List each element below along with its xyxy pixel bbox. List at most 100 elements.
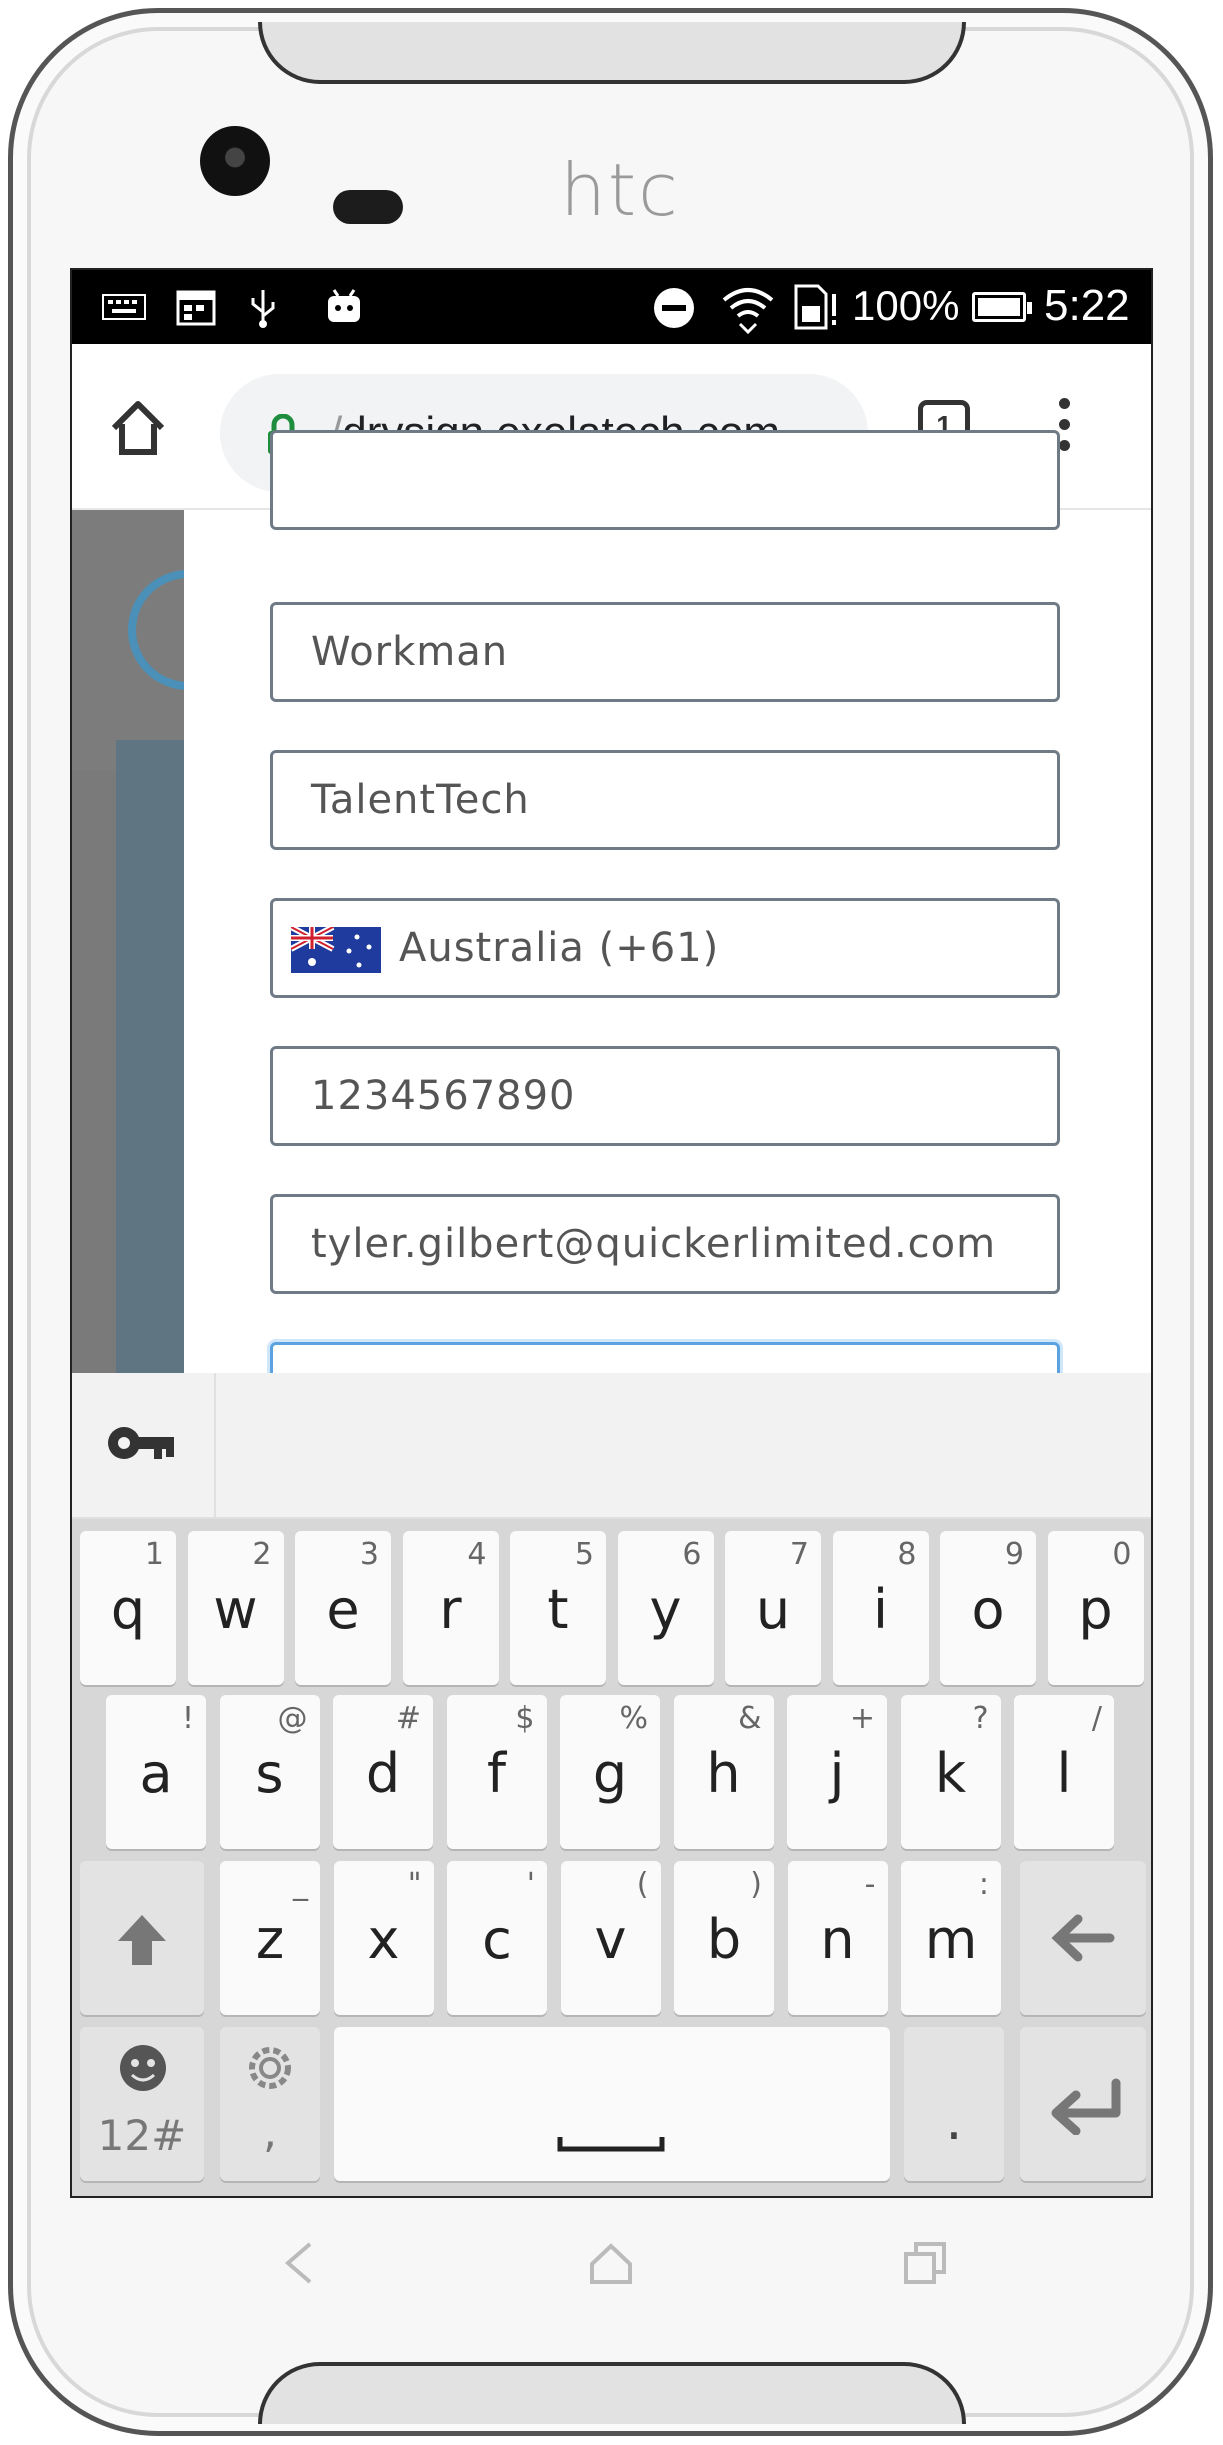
battery-percent: 100% [852,282,960,329]
key-hint: 3 [359,1537,379,1572]
nav-recents-icon[interactable] [902,2240,948,2286]
comma-label: , [263,2107,277,2158]
key-q[interactable]: q1 [80,1531,176,1685]
android-debug-icon [328,289,360,322]
key-d[interactable]: d # [333,1695,433,1849]
key-u[interactable]: u7 [725,1531,821,1685]
key-hint: @ [277,1701,308,1736]
clock: 5:22 [1044,281,1130,330]
key-letter: d [365,1742,401,1805]
key-letter: w [213,1578,258,1641]
period-label: . [945,2089,963,2152]
key-z[interactable]: z _ [220,1861,320,2015]
calendar-notification-icon [176,290,216,326]
shift-arrow-icon [118,1915,166,1965]
australia-flag-icon [291,927,381,973]
key-letter: z [255,1908,285,1971]
brand-logo: htc [560,148,680,232]
status-bar: 100% 5:22 [72,270,1151,344]
last-name-field[interactable]: Workman [270,602,1060,702]
key-letter: f [486,1742,506,1805]
key-letter: r [439,1578,462,1641]
key-hint: & [738,1701,762,1736]
key-m[interactable]: m: [901,1861,1001,2015]
first-name-field[interactable] [270,430,1060,530]
space-key[interactable] [334,2027,890,2181]
key-hint: 2 [252,1537,272,1572]
key-j[interactable]: j + [787,1695,887,1849]
key-h[interactable]: h & [673,1695,774,1849]
symbols-key[interactable]: 12# [80,2027,204,2181]
comma-settings-key[interactable]: , [220,2027,320,2181]
key-hint: # [395,1701,421,1736]
key-hint: - [864,1867,876,1902]
phone-field[interactable]: 1234567890 [270,1046,1060,1146]
key-r[interactable]: r4 [402,1531,499,1685]
key-c[interactable]: c ' [447,1861,547,2015]
key-letter: q [110,1578,146,1641]
wifi-icon [722,288,774,335]
key-p[interactable]: p0 [1047,1531,1144,1685]
period-key[interactable]: . [904,2027,1004,2181]
phone-screen: 100% 5:22 /drysign.exelatech.com 1 Workm… [70,268,1153,2198]
key-x[interactable]: x " [333,1861,434,2015]
key-a[interactable]: a! [106,1695,206,1849]
key-letter: a [139,1742,173,1805]
key-hint: ( [636,1867,649,1902]
key-letter: v [594,1908,627,1971]
email-field[interactable]: tyler.gilbert@quickerlimited.com [270,1194,1060,1294]
key-hint: " [407,1867,422,1902]
keyboard-notification-icon [102,294,146,320]
key-s[interactable]: s @ [219,1695,320,1849]
key-letter: x [367,1908,400,1971]
key-letter: p [1078,1578,1113,1641]
symbols-label: 12# [97,2111,187,2160]
key-y[interactable]: y6 [617,1531,714,1685]
key-hint: 0 [1112,1537,1132,1572]
front-camera [200,126,270,196]
no-sim-icon [794,284,836,330]
key-w[interactable]: w2 [187,1531,284,1685]
proximity-sensor [333,190,403,224]
key-e[interactable]: e3 [295,1531,391,1685]
key-t[interactable]: t5 [510,1531,606,1685]
company-field[interactable]: TalentTech [270,750,1060,850]
nav-home-icon[interactable] [588,2240,634,2286]
key-letter: u [755,1578,791,1641]
key-hint: 5 [574,1537,594,1572]
key-i[interactable]: i8 [832,1531,929,1685]
settings-gear-icon [249,2047,291,2089]
key-letter: m [924,1908,978,1971]
key-letter: l [1056,1742,1072,1805]
battery-icon [972,292,1032,322]
key-hint: _ [293,1867,308,1902]
key-hint: ) [750,1867,762,1902]
key-letter: j [829,1742,845,1805]
key-f[interactable]: f $ [446,1695,547,1849]
key-g[interactable]: g% [560,1695,660,1849]
nav-back-icon[interactable] [278,2240,318,2286]
key-o[interactable]: o9 [940,1531,1036,1685]
key-hint: 7 [789,1537,809,1572]
suggestion-divider [214,1373,216,1519]
top-speaker [258,22,966,84]
enter-key[interactable] [1020,2027,1146,2181]
key-letter: o [971,1578,1005,1641]
key-hint: : [978,1867,989,1902]
keyboard-suggestion-strip [72,1373,1151,1519]
key-hint: 1 [144,1537,164,1572]
key-l[interactable]: l / [1014,1695,1114,1849]
backspace-key[interactable] [1020,1861,1146,2015]
key-n[interactable]: n- [787,1861,888,2015]
country-code-select[interactable]: Australia (+61) [270,898,1060,998]
key-letter: n [820,1908,855,1971]
key-hint: $ [515,1701,535,1736]
key-k[interactable]: k? [900,1695,1001,1849]
key-hint: + [849,1701,875,1736]
shift-key[interactable] [80,1861,204,2015]
key-v[interactable]: v( [560,1861,661,2015]
password-key-icon[interactable] [106,1421,176,1465]
do-not-disturb-icon [654,288,694,328]
home-icon[interactable] [108,398,168,458]
key-b[interactable]: b) [674,1861,774,2015]
